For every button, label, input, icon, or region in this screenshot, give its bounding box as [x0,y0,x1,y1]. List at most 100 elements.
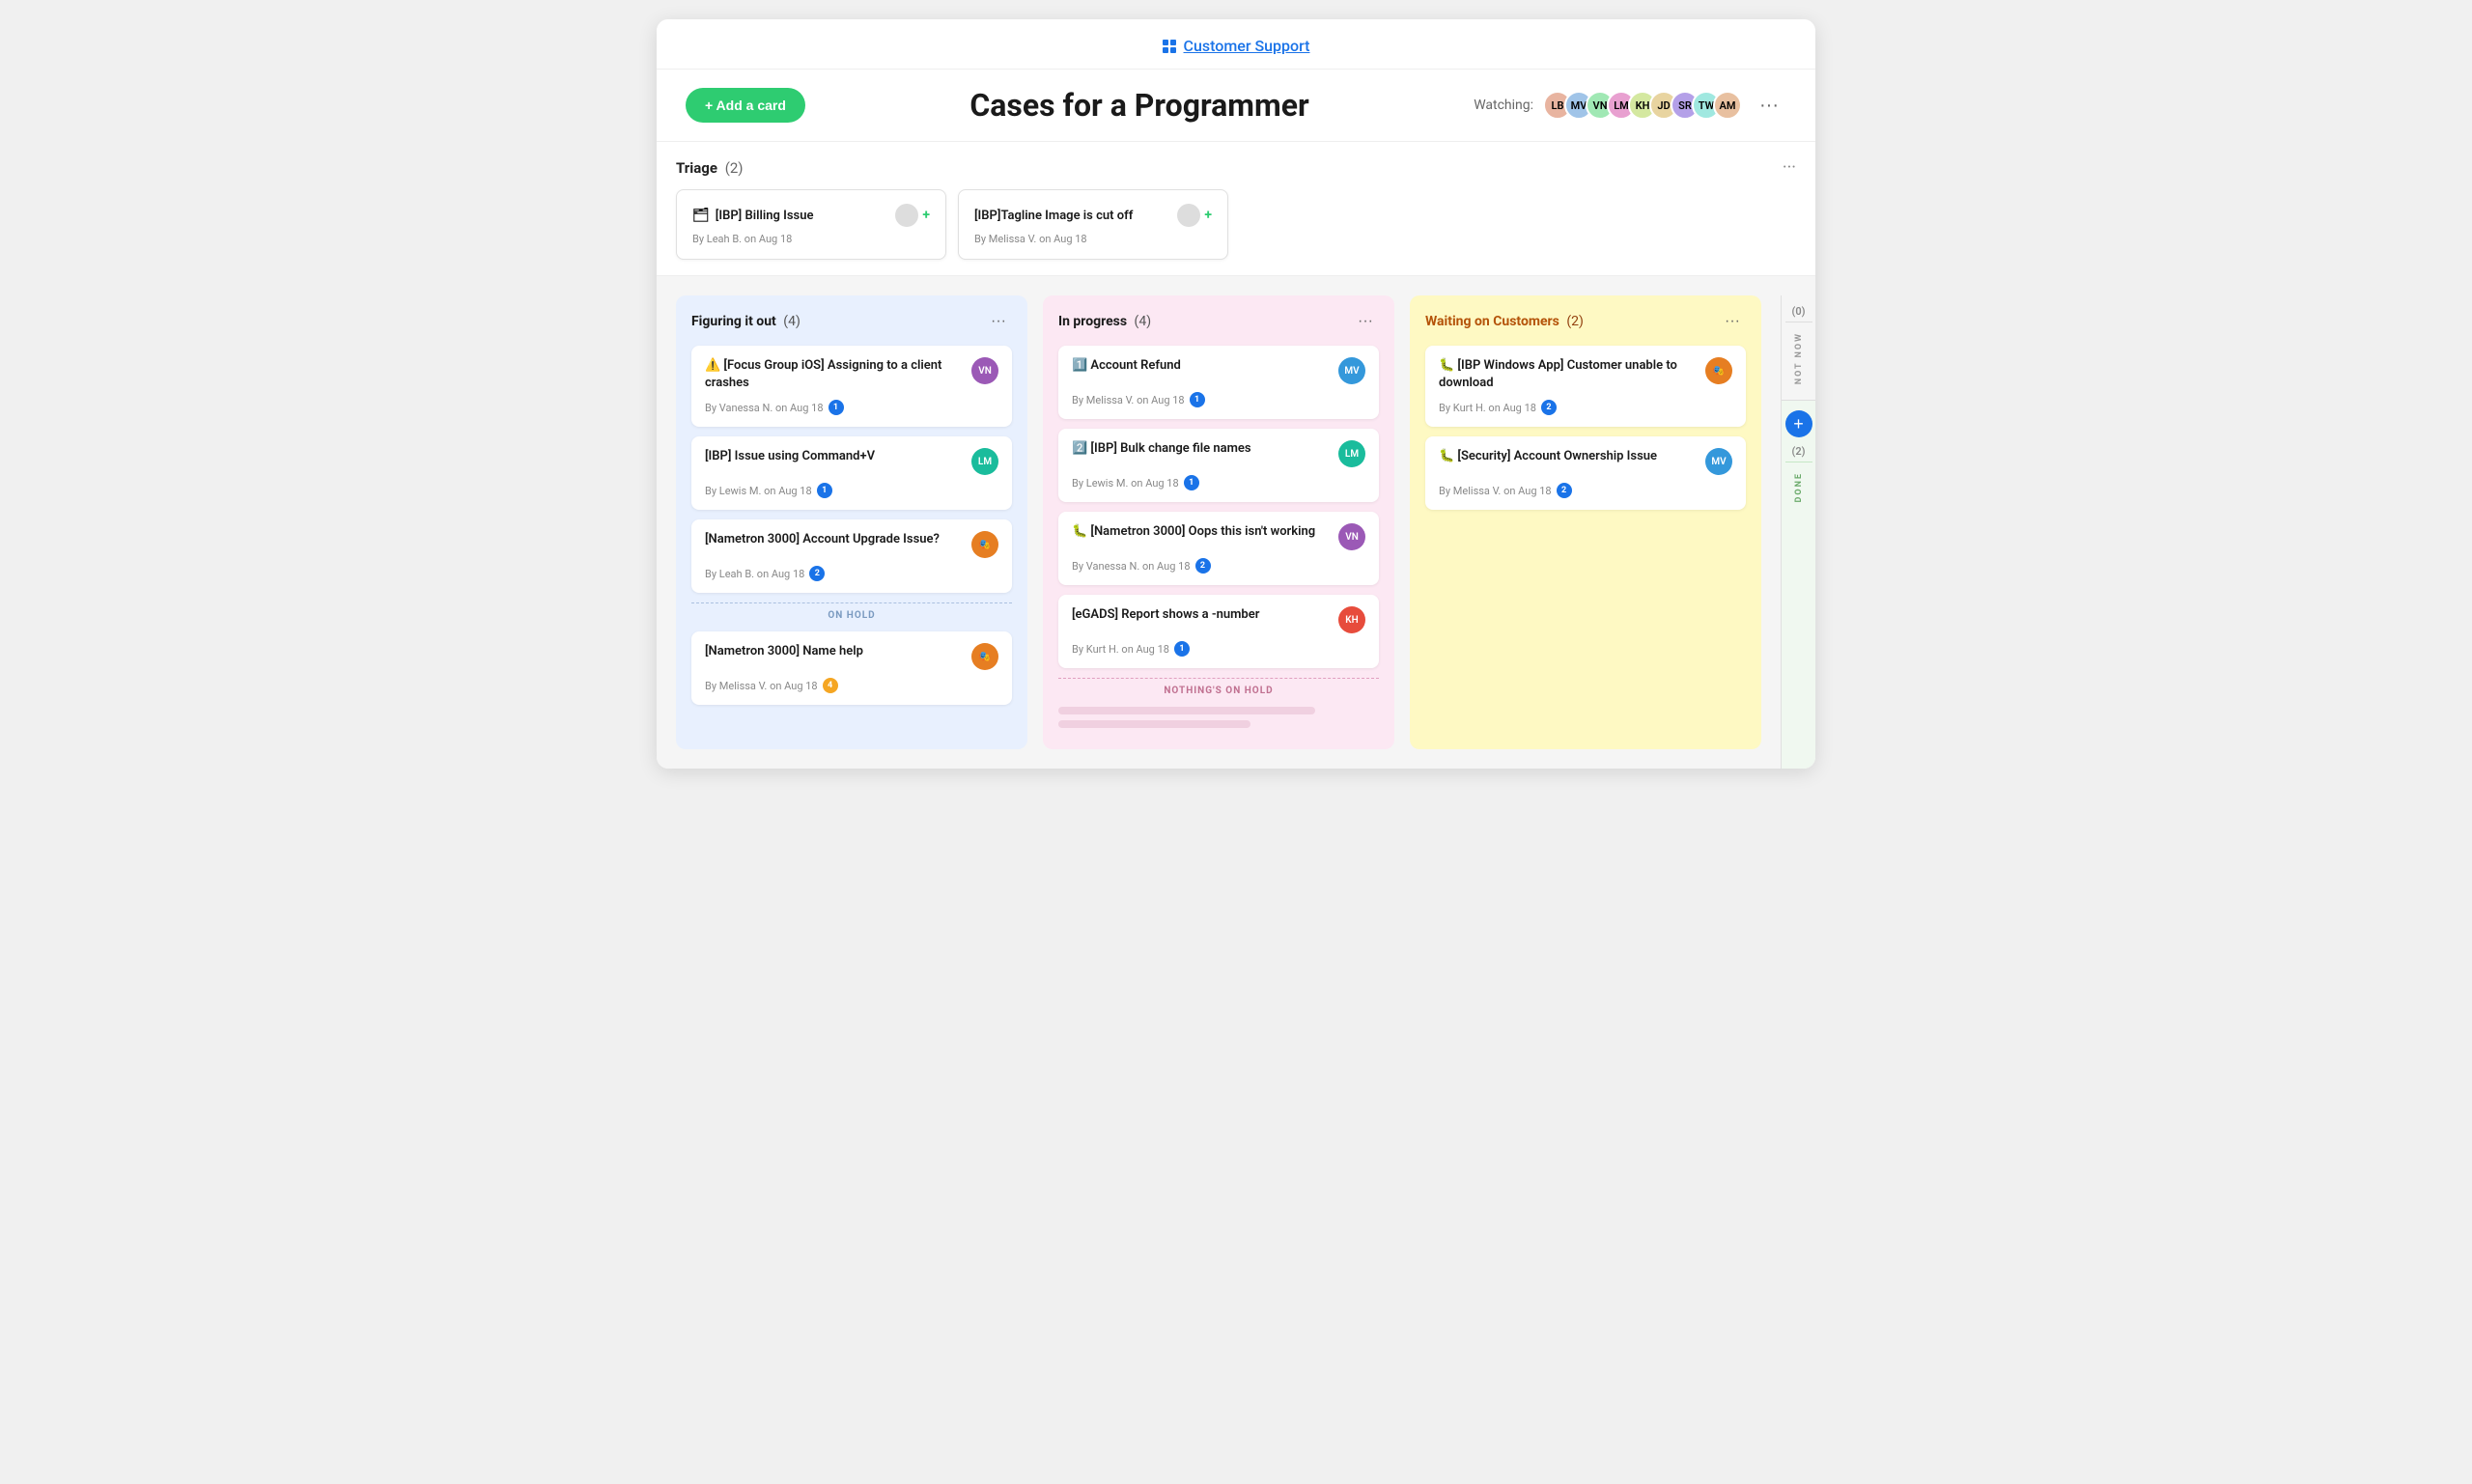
card-avatar: LM [971,448,998,475]
card-title: [Nametron 3000] Account Upgrade Issue? [705,531,971,548]
card-avatar [895,204,918,227]
done-add-button[interactable]: + [1785,410,1812,437]
done-count: (2) [1792,445,1806,458]
column-waiting: Waiting on Customers (2) ··· 🐛 [IBP Wind… [1410,295,1761,749]
nothing-hold-label: NOTHING'S ON HOLD [1156,686,1280,696]
col-title: Figuring it out (4) [691,314,801,329]
card-meta: By Melissa V. on Aug 18 1 [1072,392,1365,407]
card-icon: ⚠️ [705,358,723,373]
card-meta: By Melissa V. on Aug 18 2 [1439,483,1732,498]
column-menu-button[interactable]: ··· [1719,311,1746,332]
board-card[interactable]: 🐛 [Nametron 3000] Oops this isn't workin… [1058,512,1379,585]
comment-badge: 4 [823,678,838,693]
column-inprogress: In progress (4) ··· 1️⃣ Account Refund M… [1043,295,1394,749]
col-header: In progress (4) ··· [1058,311,1379,332]
watching-label: Watching: [1474,98,1533,113]
triage-card-title: 🗂 [IBP] Billing Issue [692,208,813,223]
comment-badge: 2 [1195,558,1211,574]
card-title: ⚠️ [Focus Group iOS] Assigning to a clie… [705,357,971,392]
column-menu-button[interactable]: ··· [985,311,1012,332]
card-avatar: 🎭 [971,531,998,558]
columns-inner: Figuring it out (4) ··· ⚠️ [Focus Group … [657,295,1781,769]
col-header: Waiting on Customers (2) ··· [1425,311,1746,332]
board-card[interactable]: 1️⃣ Account Refund MV By Melissa V. on A… [1058,346,1379,419]
card-avatar-area: + [895,204,930,227]
triage-header: Triage (2) ··· [676,157,1796,178]
comment-badge: 1 [1190,392,1205,407]
triage-cards: 🗂 [IBP] Billing Issue + By Leah B. on Au… [676,189,1796,260]
on-hold-label: ON HOLD [820,610,883,621]
board-card[interactable]: ⚠️ [Focus Group iOS] Assigning to a clie… [691,346,1012,427]
comment-badge: 1 [817,483,832,498]
add-member-button[interactable]: + [1204,208,1212,223]
card-title: 🐛 [Nametron 3000] Oops this isn't workin… [1072,523,1338,541]
card-avatar: KH [1338,606,1365,633]
board-card[interactable]: [Nametron 3000] Account Upgrade Issue? 🎭… [691,519,1012,593]
nav-link[interactable]: Customer Support [1163,37,1310,55]
right-sidebar: (0) NOT NOW + (2) DONE [1781,295,1815,769]
card-avatar [1177,204,1200,227]
avatar-group: LB MV VN LM KH JD SR TW AM [1543,91,1742,120]
not-now-count: (0) [1792,305,1806,318]
card-meta: By Kurt H. on Aug 18 2 [1439,400,1732,415]
card-title: 1️⃣ Account Refund [1072,357,1338,375]
card-meta: By Lewis M. on Aug 18 1 [705,483,998,498]
triage-card-title: [IBP]Tagline Image is cut off [974,209,1133,223]
card-meta: By Vanessa N. on Aug 18 1 [705,400,998,415]
card-title: 🐛 [IBP Windows App] Customer unable to d… [1439,357,1705,392]
not-now-label: NOT NOW [1794,332,1804,384]
placeholder-bar [1058,720,1250,728]
add-card-button[interactable]: + Add a card [686,88,805,123]
card-meta: By Melissa V. on Aug 18 4 [705,678,998,693]
triage-menu-button[interactable]: ··· [1783,157,1796,178]
card-title: 2️⃣ [IBP] Bulk change file names [1072,440,1338,458]
triage-card[interactable]: 🗂 [IBP] Billing Issue + By Leah B. on Au… [676,189,946,260]
card-avatar-area: + [1177,204,1212,227]
bug-icon: 🐛 [1439,449,1457,463]
col-title: In progress (4) [1058,314,1151,329]
card-avatar: MV [1338,357,1365,384]
done-label: DONE [1794,472,1804,502]
board-card[interactable]: [Nametron 3000] Name help 🎭 By Melissa V… [691,631,1012,705]
card-avatar: VN [1338,523,1365,550]
board-card[interactable]: 2️⃣ [IBP] Bulk change file names LM By L… [1058,429,1379,502]
card-avatar: MV [1705,448,1732,475]
comment-badge: 2 [1557,483,1572,498]
triage-card[interactable]: [IBP]Tagline Image is cut off + By Melis… [958,189,1228,260]
card-meta: By Lewis M. on Aug 18 1 [1072,475,1365,490]
comment-badge: 1 [829,400,844,415]
card-avatar: VN [971,357,998,384]
card-meta: By Melissa V. on Aug 18 [974,233,1212,245]
columns-wrapper: Figuring it out (4) ··· ⚠️ [Focus Group … [657,276,1815,769]
card-icon: 1️⃣ [1072,358,1090,373]
board-card[interactable]: [IBP] Issue using Command+V LM By Lewis … [691,436,1012,510]
card-title: [Nametron 3000] Name help [705,643,971,660]
comment-badge: 2 [1541,400,1557,415]
card-icon: 🗂 [692,208,710,223]
nav-label: Customer Support [1184,37,1310,55]
comment-badge: 2 [809,566,825,581]
done-section: + (2) DONE [1782,401,1815,769]
card-avatar: 🎭 [1705,357,1732,384]
grid-icon [1163,40,1176,53]
card-meta: By Leah B. on Aug 18 [692,233,930,245]
board-card[interactable]: 🐛 [Security] Account Ownership Issue MV … [1425,436,1746,510]
more-options-button[interactable]: ··· [1752,91,1786,121]
board-card[interactable]: [eGADS] Report shows a -number KH By Kur… [1058,595,1379,668]
card-title: 🐛 [Security] Account Ownership Issue [1439,448,1705,465]
card-icon: 2️⃣ [1072,441,1090,456]
column-menu-button[interactable]: ··· [1352,311,1379,332]
triage-section: Triage (2) ··· 🗂 [IBP] Billing Issue + [657,142,1815,276]
board-title: Cases for a Programmer [805,87,1474,124]
placeholder-bars [1058,707,1379,728]
card-meta: By Kurt H. on Aug 18 1 [1072,641,1365,657]
placeholder-bar [1058,707,1315,714]
add-member-button[interactable]: + [922,208,930,223]
board-card[interactable]: 🐛 [IBP Windows App] Customer unable to d… [1425,346,1746,427]
watching-area: Watching: LB MV VN LM KH JD SR TW AM ··· [1474,91,1786,121]
bug-icon: 🐛 [1439,358,1457,373]
card-avatar: 🎭 [971,643,998,670]
comment-badge: 1 [1184,475,1199,490]
card-avatar: LM [1338,440,1365,467]
col-title: Waiting on Customers (2) [1425,314,1584,329]
